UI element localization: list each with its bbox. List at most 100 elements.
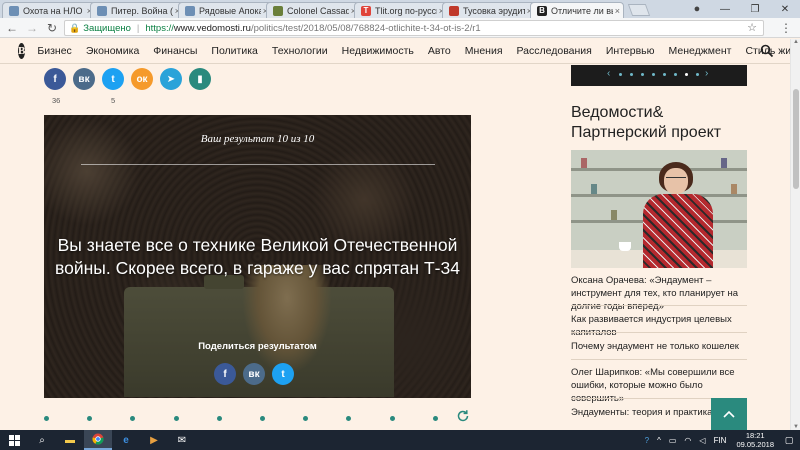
file-explorer-icon[interactable]: ▬: [56, 430, 84, 450]
start-icon[interactable]: [0, 430, 28, 450]
vk-share-button[interactable]: вк: [73, 68, 95, 90]
profile-icon[interactable]: ●: [690, 2, 704, 16]
restart-icon[interactable]: [456, 409, 470, 423]
slider-dot[interactable]: [630, 73, 633, 76]
nav-item[interactable]: Недвижимость: [342, 45, 414, 57]
page-scrollbar[interactable]: ▲ ▼: [790, 39, 800, 430]
new-tab-button[interactable]: [627, 4, 651, 16]
browser-tab[interactable]: B Отличите ли вы Т×: [530, 2, 624, 18]
pagination-dot[interactable]: [389, 416, 395, 421]
tray-chevron-icon[interactable]: ^: [657, 436, 661, 445]
tab-label: Tlit.org по-русски: [375, 5, 437, 16]
close-icon[interactable]: ✕: [770, 0, 800, 18]
system-tray: ? ^ ▭ ◠ ◁ FIN 18:21 09.05.2018 ▢: [637, 430, 796, 450]
article-share-row: f вк t ок ➤ ▮: [44, 68, 218, 90]
scrollbar-thumb[interactable]: [793, 89, 799, 189]
site-logo[interactable]: В: [18, 43, 26, 59]
browser-tab[interactable]: Тусовка эрудита×: [442, 2, 536, 18]
pagination-dot[interactable]: [44, 416, 49, 421]
result-share-buttons: f вк t: [214, 363, 301, 385]
pagination-dot[interactable]: [346, 416, 352, 421]
network-icon[interactable]: ◠: [684, 436, 691, 445]
book: [581, 158, 587, 168]
tab-close-icon[interactable]: ×: [615, 6, 620, 16]
slider-dot[interactable]: [696, 73, 699, 76]
slider-next-icon[interactable]: ›: [705, 68, 708, 79]
pagination-dot[interactable]: [303, 416, 309, 421]
maximize-icon[interactable]: ❐: [740, 0, 770, 18]
odnoklassniki-share-button[interactable]: ок: [131, 68, 153, 90]
forward-icon[interactable]: →: [24, 20, 40, 36]
scroll-to-top-button[interactable]: [711, 398, 747, 430]
book: [731, 184, 737, 194]
twitter-share-button[interactable]: t: [102, 68, 124, 90]
minimize-icon[interactable]: —: [710, 0, 740, 18]
tab-label: Рядовые Апокалип: [199, 5, 261, 16]
slider-dot[interactable]: [652, 73, 655, 76]
nav-item[interactable]: Менеджмент: [669, 45, 732, 57]
tab-favicon-icon: [273, 5, 283, 16]
nav-item[interactable]: Расследования: [517, 45, 592, 57]
pagination-dot[interactable]: [432, 416, 438, 421]
nav-item[interactable]: Мнения: [465, 45, 503, 57]
slider-dot[interactable]: [663, 73, 666, 76]
nav-item[interactable]: Интервью: [606, 45, 655, 57]
news-item-1[interactable]: Оксана Орачева: «Эндаумент – инструмент …: [571, 274, 747, 313]
language-indicator[interactable]: FIN: [714, 436, 727, 445]
nav-item[interactable]: Бизнес: [37, 45, 71, 57]
news-item-3[interactable]: Почему эндаумент не только кошелек: [571, 340, 747, 353]
nav-item[interactable]: Политика: [211, 45, 258, 57]
help-icon[interactable]: ?: [645, 436, 649, 445]
slider-dot[interactable]: [641, 73, 644, 76]
browser-tab[interactable]: Рядовые Апокалип×: [178, 2, 272, 18]
battery-icon[interactable]: ▭: [669, 436, 677, 445]
nav-item[interactable]: Авто: [428, 45, 451, 57]
clock-date: 09.05.2018: [736, 440, 774, 449]
pagination-dot[interactable]: [130, 416, 136, 421]
browser-tab[interactable]: TTlit.org по-русски×: [354, 2, 448, 18]
clock[interactable]: 18:21 09.05.2018: [736, 431, 774, 449]
back-icon[interactable]: ←: [4, 20, 20, 36]
nav-item[interactable]: Технологии: [272, 45, 328, 57]
scroll-up-icon[interactable]: ▲: [791, 39, 800, 45]
browser-tab[interactable]: Colonel Cassad×: [266, 2, 360, 18]
vk-share-button[interactable]: вк: [243, 363, 265, 385]
browser-menu-icon[interactable]: ⋮: [780, 21, 792, 35]
chrome-icon[interactable]: [84, 430, 112, 450]
partner-photo[interactable]: [571, 150, 747, 268]
twitter-share-button[interactable]: t: [272, 363, 294, 385]
news-item-2[interactable]: Как развивается индустрия целевых капита…: [571, 313, 747, 339]
pagination-dot[interactable]: [87, 416, 93, 421]
edge-icon[interactable]: e: [112, 430, 140, 450]
notifications-icon[interactable]: ▢: [782, 433, 796, 447]
bookmark-share-button[interactable]: ▮: [189, 68, 211, 90]
media-player-icon[interactable]: ▶: [140, 430, 168, 450]
tab-favicon-icon: [185, 5, 195, 16]
site-nav: В Бизнес Экономика Финансы Политика Технолог…: [0, 39, 800, 64]
partner-project-title[interactable]: Ведомости& Партнерский проект: [571, 103, 751, 143]
volume-icon[interactable]: ◁: [699, 436, 705, 445]
slider-dot[interactable]: [674, 73, 677, 76]
reload-icon[interactable]: ↻: [44, 20, 60, 36]
mail-icon[interactable]: ✉: [168, 430, 196, 450]
pagination-dot[interactable]: [260, 416, 265, 421]
telegram-share-button[interactable]: ➤: [160, 68, 182, 90]
address-bar[interactable]: 🔒 Защищено | https:// www.vedomosti.ru /…: [64, 20, 764, 36]
slider-prev-icon[interactable]: ‹: [607, 68, 610, 79]
facebook-share-button[interactable]: f: [44, 68, 66, 90]
partner-title-line-1: Ведомости&: [571, 104, 664, 121]
clock-time: 18:21: [745, 431, 765, 440]
facebook-share-button[interactable]: f: [214, 363, 236, 385]
browser-tab[interactable]: Охота на НЛО (fb.2×: [2, 2, 96, 18]
search-taskbar-icon[interactable]: ⌕: [28, 430, 56, 450]
nav-item[interactable]: Экономика: [86, 45, 139, 57]
bookmark-star-icon[interactable]: ☆: [747, 21, 757, 34]
slider-dot[interactable]: [685, 73, 688, 76]
search-icon[interactable]: [760, 44, 774, 58]
slider-dot[interactable]: [619, 73, 622, 76]
pagination-dot[interactable]: [216, 416, 222, 421]
nav-item[interactable]: Финансы: [153, 45, 197, 57]
twitter-share-count: 5: [111, 96, 116, 105]
browser-tab[interactable]: Питер. Война (fb.2×: [90, 2, 184, 18]
pagination-dot[interactable]: [173, 416, 179, 421]
